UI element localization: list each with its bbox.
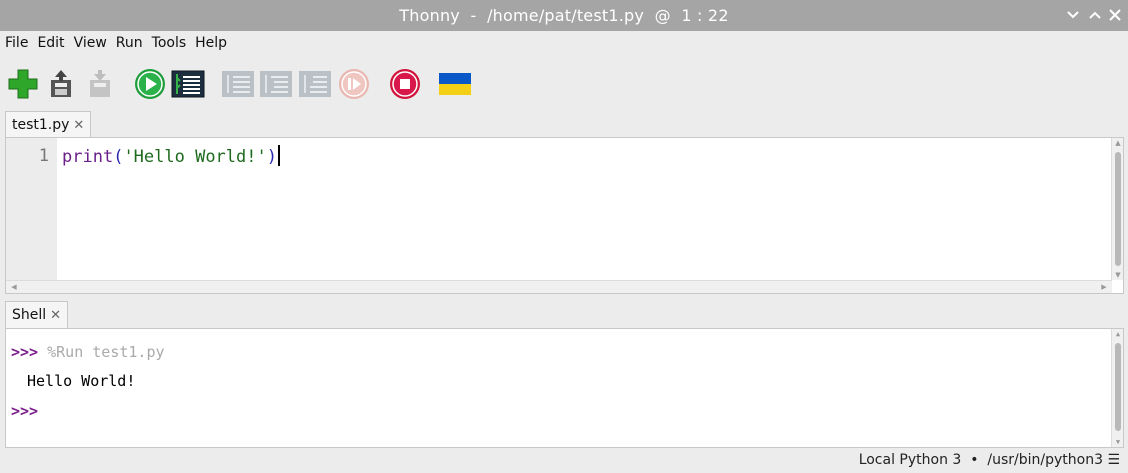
menu-view[interactable]: View: [74, 35, 107, 51]
save-file-button[interactable]: [83, 67, 117, 101]
editor-vertical-scrollbar[interactable]: ▲ ▼: [1111, 138, 1123, 280]
editor-horizontal-scrollbar[interactable]: ◀ ▶: [6, 280, 1112, 293]
step-into-button[interactable]: [259, 67, 293, 101]
resume-button[interactable]: [337, 67, 371, 101]
close-icon: [1109, 9, 1121, 21]
scroll-down-icon[interactable]: ▼: [1112, 438, 1124, 446]
shell-prompt: >>>: [11, 402, 39, 420]
new-file-button[interactable]: [6, 67, 40, 101]
editor-scroll-thumb[interactable]: [1115, 152, 1121, 266]
ukraine-flag-button[interactable]: [438, 67, 472, 101]
resume-icon: [339, 69, 369, 99]
close-tab-icon[interactable]: ✕: [73, 118, 84, 133]
scroll-right-icon[interactable]: ▶: [1098, 283, 1110, 291]
menu-help[interactable]: Help: [195, 35, 227, 51]
save-file-icon: [90, 70, 110, 97]
scroll-up-icon[interactable]: ▲: [1112, 330, 1124, 338]
line-number: 1: [38, 146, 49, 166]
debug-button[interactable]: [171, 67, 205, 101]
run-icon: [135, 69, 165, 99]
menu-tools[interactable]: Tools: [152, 35, 187, 51]
title-bar: Thonny - /home/pat/test1.py @ 1 : 22: [0, 0, 1128, 31]
code-string: 'Hello World!': [123, 147, 267, 167]
step-into-icon: [260, 71, 292, 97]
step-out-button[interactable]: [298, 67, 332, 101]
open-file-icon: [51, 70, 71, 97]
scroll-up-icon[interactable]: ▲: [1112, 139, 1124, 147]
menu-bar: File Edit View Run Tools Help: [0, 31, 236, 55]
window-title: Thonny - /home/pat/test1.py @ 1 : 22: [399, 6, 729, 25]
code-editor[interactable]: 1 print('Hello World!') ▲ ▼ ◀ ▶: [5, 137, 1124, 294]
shell-command: %Run test1.py: [47, 343, 165, 361]
ukraine-flag-icon: [439, 73, 471, 95]
step-out-icon: [299, 71, 331, 97]
tab-test1-py[interactable]: test1.py ✕: [5, 111, 92, 138]
menu-file[interactable]: File: [5, 35, 28, 51]
shell-scroll-thumb[interactable]: [1115, 343, 1121, 431]
shell-panel[interactable]: >>> %Run test1.py Hello World! >>> ▲ ▼: [5, 328, 1124, 448]
step-over-button[interactable]: [221, 67, 255, 101]
stop-icon: [390, 69, 420, 99]
menu-edit[interactable]: Edit: [37, 35, 64, 51]
chevron-down-icon: [1067, 11, 1079, 19]
run-button[interactable]: [133, 67, 167, 101]
new-file-icon: [8, 69, 38, 99]
menu-icon[interactable]: ☰: [1107, 452, 1120, 468]
thonny-window: Thonny - /home/pat/test1.py @ 1 : 22 Fil…: [0, 0, 1128, 473]
shell-input-line[interactable]: >>>: [11, 402, 38, 420]
shell-output: Hello World!: [27, 372, 136, 390]
close-button[interactable]: [1104, 4, 1126, 26]
open-file-button[interactable]: [44, 67, 78, 101]
scroll-down-icon[interactable]: ▼: [1112, 271, 1124, 279]
shell-vertical-scrollbar[interactable]: ▲ ▼: [1111, 329, 1123, 447]
interpreter-status[interactable]: Local Python 3 • /usr/bin/python3: [859, 452, 1103, 468]
step-over-icon: [222, 71, 254, 97]
debug-icon: [171, 70, 205, 98]
tab-label: test1.py: [12, 117, 70, 133]
close-tab-icon[interactable]: ✕: [50, 308, 61, 323]
maximize-button[interactable]: [1084, 4, 1106, 26]
line-number-gutter: 1: [6, 138, 57, 282]
code-paren-open: (: [113, 147, 124, 167]
stop-button[interactable]: [388, 67, 422, 101]
tab-shell[interactable]: Shell ✕: [5, 301, 69, 328]
shell-run-line: >>> %Run test1.py: [11, 343, 165, 361]
status-bar[interactable]: Local Python 3 • /usr/bin/python3 ☰: [859, 452, 1120, 468]
minimize-button[interactable]: [1062, 4, 1084, 26]
code-paren-close: ): [266, 147, 277, 167]
menu-run[interactable]: Run: [116, 35, 143, 51]
code-line[interactable]: print('Hello World!'): [62, 145, 280, 167]
shell-prompt: >>>: [11, 343, 39, 361]
toolbar: [0, 62, 1128, 106]
tab-label: Shell: [12, 307, 47, 323]
code-function: print: [62, 147, 114, 167]
scroll-left-icon[interactable]: ◀: [8, 283, 20, 291]
chevron-up-icon: [1089, 11, 1101, 19]
text-cursor: [277, 145, 280, 166]
